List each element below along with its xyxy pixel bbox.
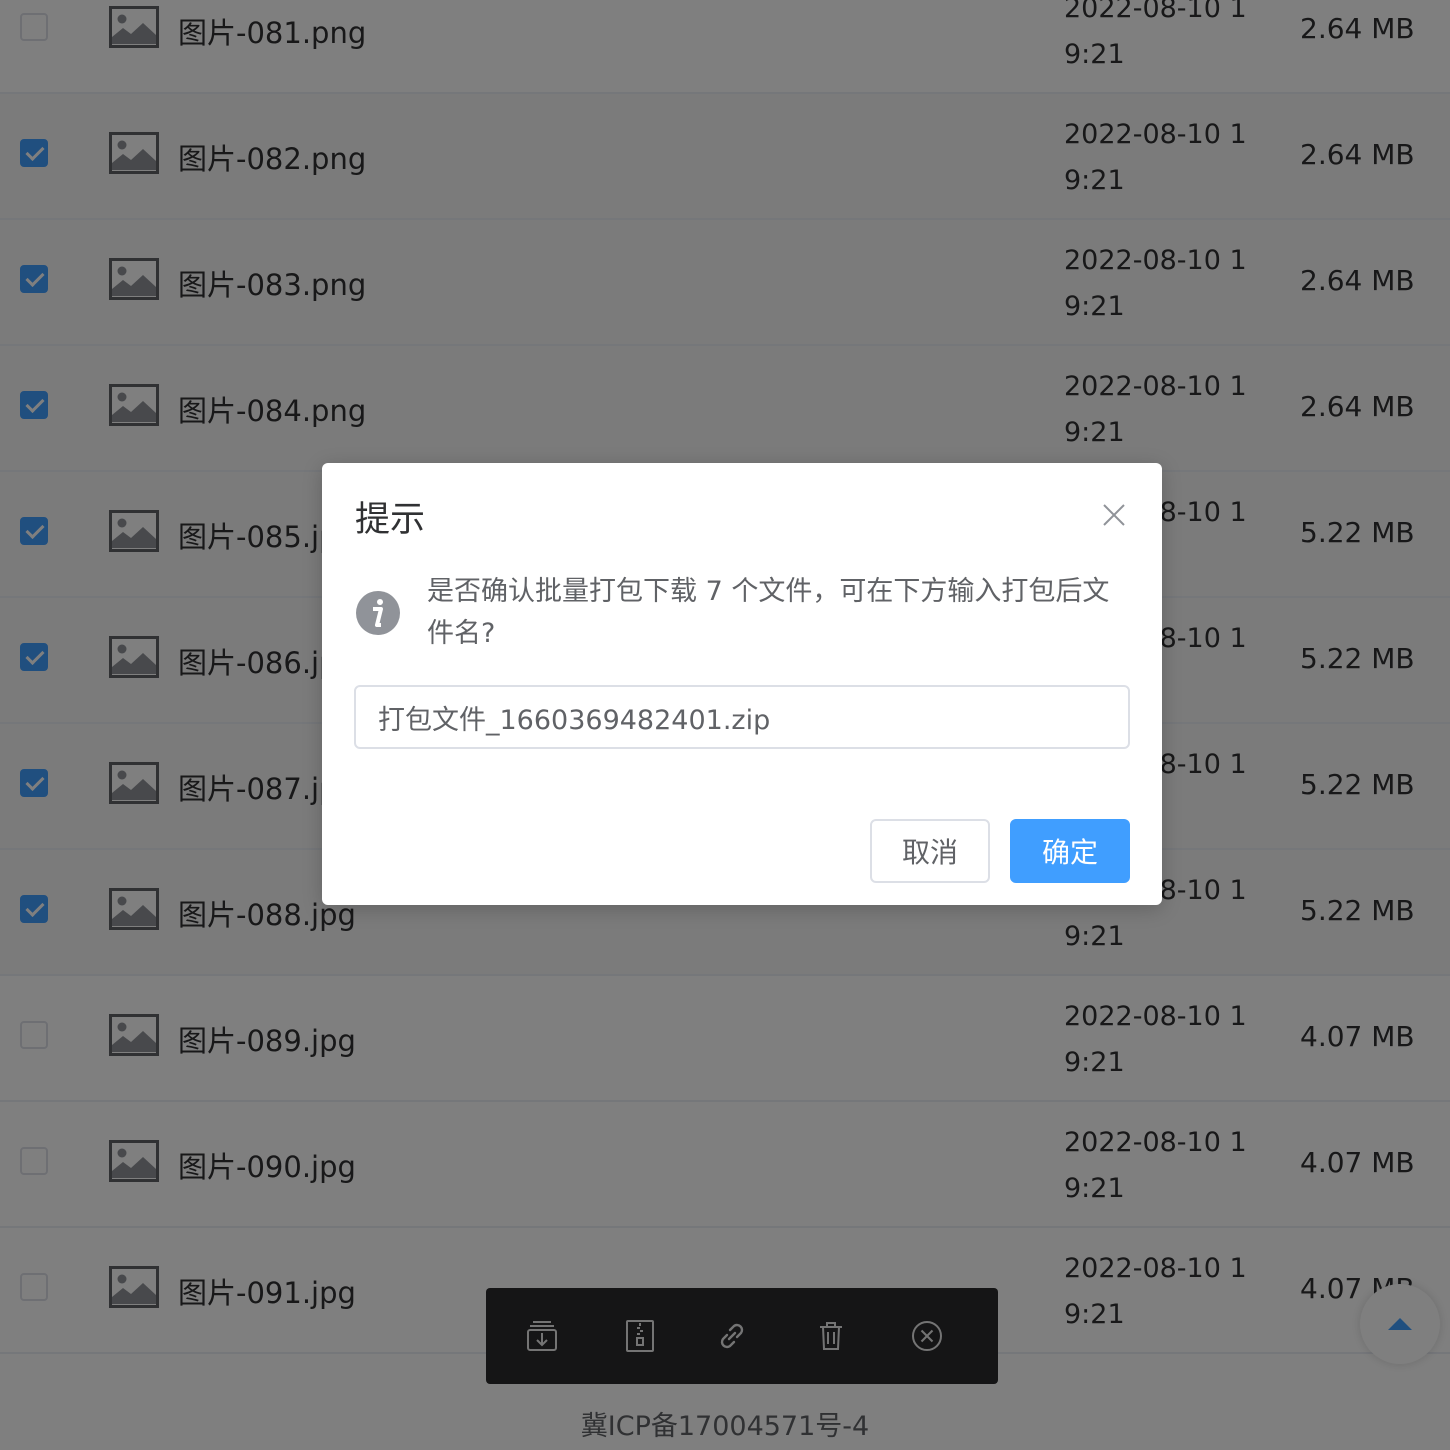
dialog-message: 是否确认批量打包下载 7 个文件，可在下方输入打包后文件名? bbox=[427, 576, 1110, 649]
dialog-title: 提示 bbox=[355, 500, 426, 540]
info-icon bbox=[356, 591, 400, 635]
confirm-dialog: 提示 是否确认批量打包下载 7 个文件，可在下方输入打包后文件名? 取消 确定 bbox=[322, 463, 1162, 905]
close-icon[interactable] bbox=[1099, 500, 1129, 530]
confirm-button[interactable]: 确定 bbox=[1010, 819, 1130, 883]
zip-filename-input[interactable] bbox=[354, 685, 1130, 749]
cancel-button[interactable]: 取消 bbox=[870, 819, 990, 883]
